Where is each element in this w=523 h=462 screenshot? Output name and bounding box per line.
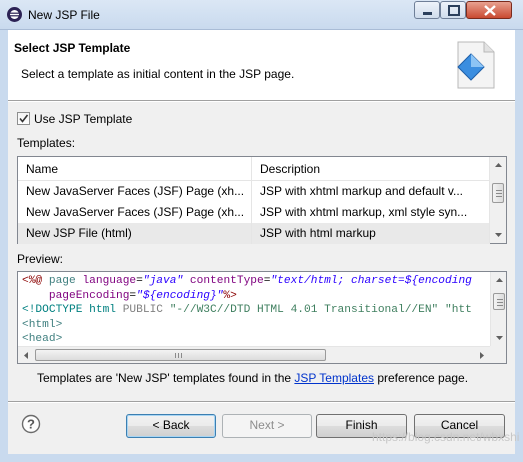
preview-code-line: <%@ page language="java" contentType="te… [22, 275, 472, 287]
scroll-down-icon[interactable] [491, 329, 507, 346]
window-title: New JSP File [28, 8, 100, 22]
close-icon [484, 5, 496, 16]
templates-table[interactable]: Name Description New JavaServer Faces (J… [17, 156, 507, 244]
template-name-cell: New JSP File (html) [18, 223, 252, 244]
window-frame-right [515, 30, 523, 462]
wizard-header: Select JSP Template Select a template as… [8, 30, 515, 100]
preview-code-line: <html> [22, 318, 63, 331]
help-icon[interactable]: ? [21, 414, 41, 434]
scroll-right-icon[interactable] [473, 347, 490, 364]
window-frame-left [0, 30, 8, 462]
template-name-cell: New JavaServer Faces (JSF) Page (xh... [18, 202, 252, 223]
use-template-label[interactable]: Use JSP Template [34, 112, 132, 126]
minimize-icon [423, 12, 432, 15]
preview-text-area[interactable]: <%@ page language="java" contentType="te… [17, 271, 507, 364]
templates-vertical-scrollbar[interactable] [489, 157, 506, 243]
table-row[interactable]: New JavaServer Faces (JSF) Page (xh... J… [18, 202, 490, 223]
scroll-down-icon[interactable] [490, 226, 507, 243]
preview-code-line: <!DOCTYPE html PUBLIC "-//W3C//DTD HTML … [22, 304, 472, 316]
page-description: Select a template as initial content in … [21, 67, 295, 81]
scroll-up-icon[interactable] [490, 157, 507, 174]
template-description-cell: JSP with xhtml markup, xml style syn... [260, 205, 468, 219]
column-header-description[interactable]: Description [252, 157, 490, 181]
templates-label: Templates: [17, 136, 76, 150]
preview-code-line: <head> [22, 333, 63, 345]
table-row[interactable]: New JavaServer Faces (JSF) Page (xh... J… [18, 181, 490, 202]
minimize-button[interactable] [414, 1, 440, 19]
back-button[interactable]: < Back [126, 414, 216, 438]
table-row-selected[interactable]: New JSP File (html) JSP with html markup [18, 223, 490, 244]
scroll-left-icon[interactable] [18, 347, 35, 364]
preview-code-line: pageEncoding="${encoding}"%> [22, 289, 237, 302]
page-title: Select JSP Template [14, 41, 131, 55]
preview-vertical-scrollbar[interactable] [490, 272, 507, 346]
template-description-cell: JSP with xhtml markup and default v... [260, 184, 463, 198]
title-bar: New JSP File [0, 0, 523, 30]
preview-horizontal-scrollbar[interactable] [18, 346, 490, 363]
eclipse-icon [7, 7, 22, 22]
svg-text:?: ? [27, 417, 35, 432]
watermark: https://blog.csdn.net/wbxshi [372, 430, 520, 444]
wizard-content: Use JSP Template Templates: Name Descrip… [8, 102, 515, 454]
jsp-templates-link[interactable]: JSP Templates [294, 371, 374, 385]
template-name-cell: New JavaServer Faces (JSF) Page (xh... [18, 181, 252, 202]
close-button[interactable] [466, 1, 512, 19]
maximize-button[interactable] [440, 1, 466, 19]
scroll-up-icon[interactable] [491, 272, 507, 289]
wizard-banner-icon [457, 41, 495, 89]
scrollbar-thumb[interactable] [35, 349, 326, 361]
window-frame-bottom [0, 454, 523, 462]
template-description-cell: JSP with html markup [260, 226, 376, 240]
scrollbar-thumb[interactable] [492, 183, 504, 203]
button-bar-separator [8, 401, 515, 403]
next-button[interactable]: Next > [222, 414, 312, 438]
preview-label: Preview: [17, 252, 64, 266]
use-template-checkbox[interactable] [17, 112, 30, 125]
scrollbar-thumb[interactable] [493, 293, 505, 310]
templates-info: Templates are 'New JSP' templates found … [37, 371, 469, 385]
maximize-icon [448, 5, 460, 16]
column-header-name[interactable]: Name [18, 157, 252, 181]
checkmark-icon [19, 114, 29, 123]
scrollbar-corner [490, 346, 506, 363]
